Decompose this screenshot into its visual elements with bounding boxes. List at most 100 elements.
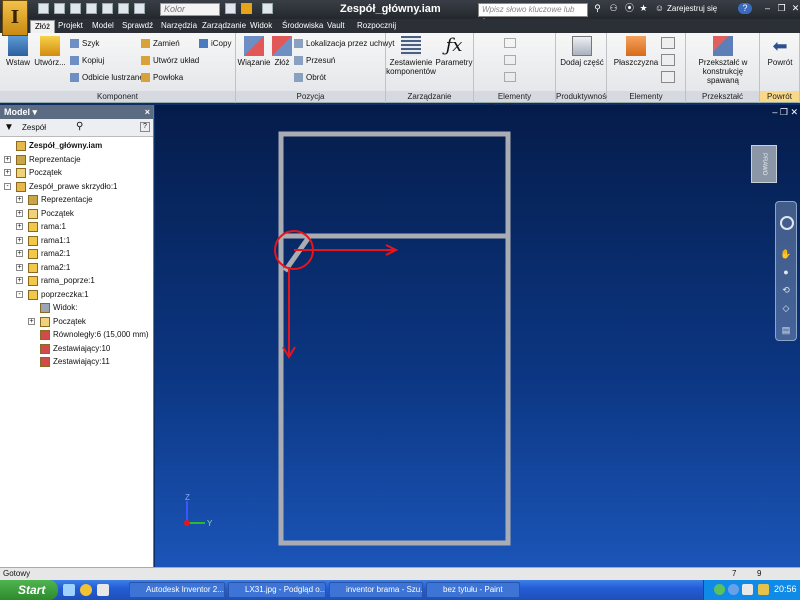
- lokalizacja-button[interactable]: Lokalizacja przez uchwyt: [294, 38, 394, 50]
- taskbar-item-paint[interactable]: bez tytułu - Paint: [426, 582, 520, 598]
- przeksztalc-button[interactable]: Przekształć w konstrukcję spawaną: [688, 36, 758, 85]
- wstaw-button[interactable]: Wstaw: [0, 36, 36, 67]
- expand-icon[interactable]: +: [16, 250, 23, 257]
- ipart-icon-1[interactable]: [504, 38, 516, 48]
- expand-icon[interactable]: +: [16, 209, 23, 217]
- kopiuj-button[interactable]: Kopiuj: [70, 55, 104, 67]
- application-menu-button[interactable]: I: [2, 0, 28, 36]
- help-icon[interactable]: ?: [738, 3, 752, 14]
- open-icon[interactable]: [54, 3, 65, 14]
- navbar-menu-icon[interactable]: ▤: [780, 324, 792, 336]
- frame-outline[interactable]: [278, 131, 511, 546]
- expand-icon[interactable]: +: [16, 236, 23, 244]
- taskbar-item-inventor[interactable]: Autodesk Inventor 2...: [129, 582, 225, 598]
- panel-zarzadzanie: Zestawienie komponentów ƒx Parametry Zarz…: [386, 33, 474, 103]
- desktop-icon[interactable]: [63, 584, 75, 596]
- home-icon[interactable]: [118, 3, 129, 14]
- graphics-window[interactable]: – ❐ ✕ Z Y PRAWO ✋ ● ⟲ ◇ ▤: [155, 105, 800, 567]
- tab-rozpocznij[interactable]: Rozpocznij: [353, 20, 400, 33]
- web-icon[interactable]: ⦿: [624, 3, 635, 14]
- material-icon[interactable]: [241, 3, 252, 14]
- browser-help-icon[interactable]: ?: [140, 122, 150, 132]
- new-icon[interactable]: [38, 3, 49, 14]
- tray-icon-2[interactable]: [728, 584, 739, 595]
- expand-icon[interactable]: +: [4, 169, 11, 176]
- favorites-icon[interactable]: ★: [638, 3, 649, 14]
- tab-narzedzia[interactable]: Narzędzia: [157, 20, 201, 33]
- taskbar-item-chrome[interactable]: inventor brama - Szu...: [329, 582, 423, 598]
- icopy-button[interactable]: iCopy: [199, 38, 231, 50]
- orbit-icon[interactable]: ⟲: [780, 284, 792, 296]
- viewcube[interactable]: PRAWO: [751, 145, 777, 183]
- powrot-button[interactable]: ⬅ Powrót: [762, 36, 798, 67]
- dodaj-czesc-button[interactable]: Dodaj część: [560, 36, 604, 67]
- zestawienie-button[interactable]: Zestawienie komponentów: [386, 36, 436, 76]
- expand-icon[interactable]: -: [4, 182, 11, 190]
- zoom-icon[interactable]: ●: [780, 266, 792, 278]
- sign-in-link[interactable]: Zarejestruj się: [667, 4, 717, 13]
- formula-icon[interactable]: [225, 3, 236, 14]
- utworz-uklad-button[interactable]: Utwórz układ: [141, 55, 199, 67]
- expand-icon[interactable]: +: [4, 155, 11, 163]
- expand-icon[interactable]: +: [16, 263, 23, 271]
- tab-widok[interactable]: Widok: [246, 20, 276, 33]
- find-icon[interactable]: ⚲: [76, 121, 83, 132]
- cross-icon[interactable]: [262, 3, 273, 14]
- expand-icon[interactable]: -: [16, 290, 23, 298]
- browser-header[interactable]: Model ▾ ×: [0, 105, 153, 119]
- pan-icon[interactable]: ✋: [780, 248, 792, 260]
- powloka-button[interactable]: Powłoka: [141, 72, 183, 84]
- restore-icon[interactable]: ❐: [776, 3, 787, 14]
- work-point-icon[interactable]: [661, 54, 675, 66]
- redo-icon[interactable]: [102, 3, 113, 14]
- start-button[interactable]: Start: [0, 580, 58, 600]
- szyk-button[interactable]: Szyk: [70, 38, 99, 50]
- odbicie-button[interactable]: Odbicie lustrzane: [70, 72, 144, 84]
- quicklaunch-icon[interactable]: [97, 584, 109, 596]
- work-axis-icon[interactable]: [661, 37, 675, 49]
- minimize-icon[interactable]: –: [762, 3, 773, 14]
- plaszczyzna-button[interactable]: Płaszczyzna: [611, 36, 661, 67]
- tray-icon-1[interactable]: [714, 584, 725, 595]
- ucs-icon[interactable]: [661, 71, 675, 83]
- close-icon[interactable]: ✕: [790, 3, 800, 14]
- undo-icon[interactable]: [86, 3, 97, 14]
- volume-icon[interactable]: [758, 584, 769, 595]
- color-dropdown[interactable]: Kolor: [160, 3, 220, 16]
- expand-icon[interactable]: +: [16, 277, 23, 284]
- tray-icon-3[interactable]: [742, 584, 753, 595]
- binoculars-icon[interactable]: ⚲: [592, 3, 603, 14]
- tab-projekt[interactable]: Projekt: [54, 20, 87, 33]
- axis-z-label: Z: [185, 493, 190, 502]
- filter-icon[interactable]: ▼: [4, 122, 14, 133]
- tab-sprawdz[interactable]: Sprawdź: [118, 20, 157, 33]
- ipart-icon-2[interactable]: [504, 55, 516, 65]
- steering-wheel-icon[interactable]: [780, 216, 794, 230]
- utworz-button[interactable]: Utwórz...: [32, 36, 68, 67]
- parametry-button[interactable]: ƒx Parametry: [434, 36, 474, 68]
- browser-close-icon[interactable]: ×: [145, 105, 150, 119]
- part-icon: [28, 222, 38, 232]
- expand-icon[interactable]: +: [16, 223, 23, 230]
- expand-icon[interactable]: +: [16, 196, 23, 203]
- tab-zloz[interactable]: Złóż: [30, 20, 56, 33]
- expand-icon[interactable]: +: [28, 317, 35, 325]
- taskbar-item-podglad[interactable]: LX31.jpg - Podgląd o...: [228, 582, 326, 598]
- save-icon[interactable]: [70, 3, 81, 14]
- chrome-icon[interactable]: [80, 584, 92, 596]
- tree-item-label: rama2:1: [41, 262, 71, 272]
- tab-zarzadzanie[interactable]: Zarządzanie: [198, 20, 250, 33]
- user-icon[interactable]: ☺: [654, 3, 665, 14]
- przesun-button[interactable]: Przesuń: [294, 55, 335, 67]
- communication-icon[interactable]: ⚇: [608, 3, 619, 14]
- obrot-button[interactable]: Obrót: [294, 72, 326, 84]
- zamien-button[interactable]: Zamień: [141, 38, 180, 50]
- tab-srodowiska[interactable]: Środowiska: [278, 20, 327, 33]
- look-at-icon[interactable]: ◇: [780, 302, 792, 314]
- ipart-icon-3[interactable]: [504, 72, 516, 82]
- select-icon[interactable]: [134, 3, 145, 14]
- search-input[interactable]: Wpisz słowo kluczowe lub frazę: [478, 3, 588, 26]
- browser-filter-dropdown[interactable]: Zespół: [22, 123, 46, 132]
- tab-vault[interactable]: Vault: [323, 20, 349, 33]
- tab-model[interactable]: Model: [88, 20, 118, 33]
